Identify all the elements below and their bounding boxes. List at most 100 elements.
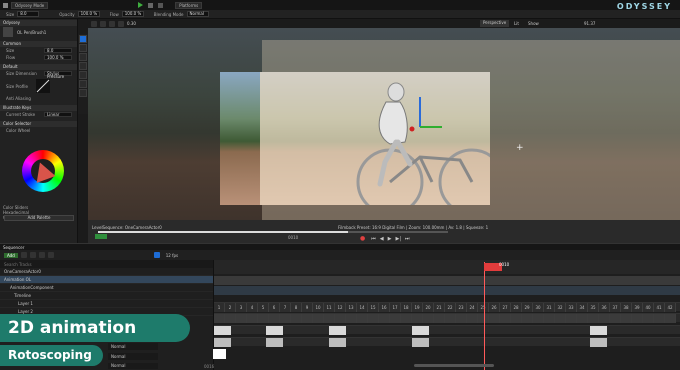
frame-number-cell[interactable]: 39: [632, 303, 643, 312]
keyframe-row[interactable]: [214, 337, 680, 347]
frame-cell[interactable]: [357, 314, 368, 323]
drawing-keyframe[interactable]: [329, 338, 346, 347]
frame-cell[interactable]: [610, 314, 621, 323]
keyframe-row[interactable]: [214, 313, 680, 323]
frame-cell[interactable]: [324, 314, 335, 323]
frame-cell[interactable]: [632, 314, 643, 323]
zoom-value[interactable]: 91.37: [584, 21, 595, 26]
save-icon[interactable]: [20, 252, 27, 258]
playhead[interactable]: [484, 262, 485, 370]
outliner-row[interactable]: Animation OL: [0, 276, 213, 284]
frame-cell[interactable]: [621, 314, 632, 323]
frame-number-cell[interactable]: 12: [335, 303, 346, 312]
frame-cell[interactable]: [247, 314, 258, 323]
frame-number-cell[interactable]: 19: [412, 303, 423, 312]
blend-field[interactable]: Normal: [186, 11, 209, 17]
frame-number-cell[interactable]: 38: [621, 303, 632, 312]
scale-value[interactable]: 0.30: [127, 21, 136, 26]
blend-dropdown[interactable]: Normal: [108, 353, 158, 360]
tab-sequencer[interactable]: Sequencer: [3, 245, 24, 250]
drawing-keyframe[interactable]: [329, 326, 346, 335]
pause-icon[interactable]: [148, 2, 154, 8]
drawing-keyframe[interactable]: [412, 338, 429, 347]
fps-selector[interactable]: 12 fps: [166, 253, 178, 258]
move-mode-icon[interactable]: [100, 20, 106, 27]
frame-cell[interactable]: [368, 314, 379, 323]
horizontal-scrollbar[interactable]: [414, 364, 494, 367]
lit-button[interactable]: Lit: [514, 21, 519, 26]
frame-cell[interactable]: [258, 314, 269, 323]
brush-preset-row[interactable]: OL Pen/Brush1: [0, 26, 77, 38]
add-track-button[interactable]: Add: [4, 252, 18, 258]
frame-number-cell[interactable]: 1: [214, 303, 225, 312]
frame-cell[interactable]: [489, 314, 500, 323]
frame-number-cell[interactable]: 2: [225, 303, 236, 312]
perspective-button[interactable]: Perspective: [480, 20, 510, 27]
app-logo-icon[interactable]: [3, 2, 8, 8]
next-frame-icon[interactable]: ▶|: [395, 236, 401, 242]
frame-cell[interactable]: [401, 314, 412, 323]
blend-dropdown[interactable]: Normal: [108, 363, 158, 369]
frame-cell[interactable]: [269, 314, 280, 323]
frame-cell[interactable]: [599, 314, 610, 323]
outliner-row[interactable]: AnimationComponent: [0, 284, 213, 292]
frame-cell[interactable]: [346, 314, 357, 323]
frame-number-cell[interactable]: 14: [357, 303, 368, 312]
blend-dropdown[interactable]: Normal: [108, 343, 158, 350]
camera-frame[interactable]: [220, 72, 490, 205]
lasso-tool-icon[interactable]: [79, 53, 87, 61]
frame-cell[interactable]: [577, 314, 588, 323]
snap-icon[interactable]: [118, 20, 124, 27]
filter-icon[interactable]: [38, 252, 45, 258]
frame-number-cell[interactable]: 13: [346, 303, 357, 312]
frame-number-cell[interactable]: 5: [258, 303, 269, 312]
platforms-menu[interactable]: Platforms: [175, 1, 203, 9]
frame-number-cell[interactable]: 10: [313, 303, 324, 312]
viewport-timebar[interactable]: [98, 231, 448, 233]
frame-number-cell[interactable]: 8: [291, 303, 302, 312]
drawing-keyframe[interactable]: [214, 326, 231, 335]
track-search[interactable]: Search Tracks: [0, 260, 213, 268]
eyedropper-tool-icon[interactable]: [79, 89, 87, 97]
frame-cell[interactable]: [291, 314, 302, 323]
frame-number-cell[interactable]: 21: [434, 303, 445, 312]
frame-cell[interactable]: [434, 314, 445, 323]
stop-icon[interactable]: [158, 2, 164, 8]
drawing-keyframe[interactable]: [412, 326, 429, 335]
frame-number-cell[interactable]: 3: [236, 303, 247, 312]
frame-number-cell[interactable]: 37: [610, 303, 621, 312]
frame-cell[interactable]: [214, 314, 225, 323]
select-mode-icon[interactable]: [91, 20, 97, 27]
track-bar[interactable]: [214, 286, 680, 295]
rotate-mode-icon[interactable]: [109, 20, 115, 27]
frame-cell[interactable]: [511, 314, 522, 323]
shape-tool-icon[interactable]: [79, 71, 87, 79]
record-icon[interactable]: ●: [360, 235, 365, 242]
frame-cell[interactable]: [555, 314, 566, 323]
frame-number-cell[interactable]: 16: [379, 303, 390, 312]
outliner-row[interactable]: Timeline: [0, 292, 213, 300]
frame-cell[interactable]: [654, 314, 665, 323]
color-wheel[interactable]: [22, 150, 64, 192]
frame-cell[interactable]: [225, 314, 236, 323]
frame-number-cell[interactable]: 18: [401, 303, 412, 312]
frame-cell[interactable]: [313, 314, 324, 323]
frame-number-cell[interactable]: 15: [368, 303, 379, 312]
color-swatch[interactable]: [213, 349, 226, 359]
size-field[interactable]: 8.0: [17, 11, 40, 17]
frame-number-cell[interactable]: 20: [423, 303, 434, 312]
frame-number-cell[interactable]: 33: [566, 303, 577, 312]
frame-number-cell[interactable]: 35: [588, 303, 599, 312]
frame-number-cell[interactable]: 24: [467, 303, 478, 312]
frame-number-cell[interactable]: 29: [522, 303, 533, 312]
frame-cell[interactable]: [643, 314, 654, 323]
frame-number-cell[interactable]: 30: [533, 303, 544, 312]
keyframe-row[interactable]: [214, 325, 680, 335]
camera-icon[interactable]: [47, 252, 54, 258]
outliner-row[interactable]: Layer 1: [0, 300, 213, 308]
prop-flow-value[interactable]: 100.0 %: [44, 55, 72, 60]
drawing-keyframe[interactable]: [266, 338, 283, 347]
frame-cell[interactable]: [544, 314, 555, 323]
mode-selector[interactable]: Odyssey Mode: [11, 1, 49, 9]
frame-cell[interactable]: [500, 314, 511, 323]
